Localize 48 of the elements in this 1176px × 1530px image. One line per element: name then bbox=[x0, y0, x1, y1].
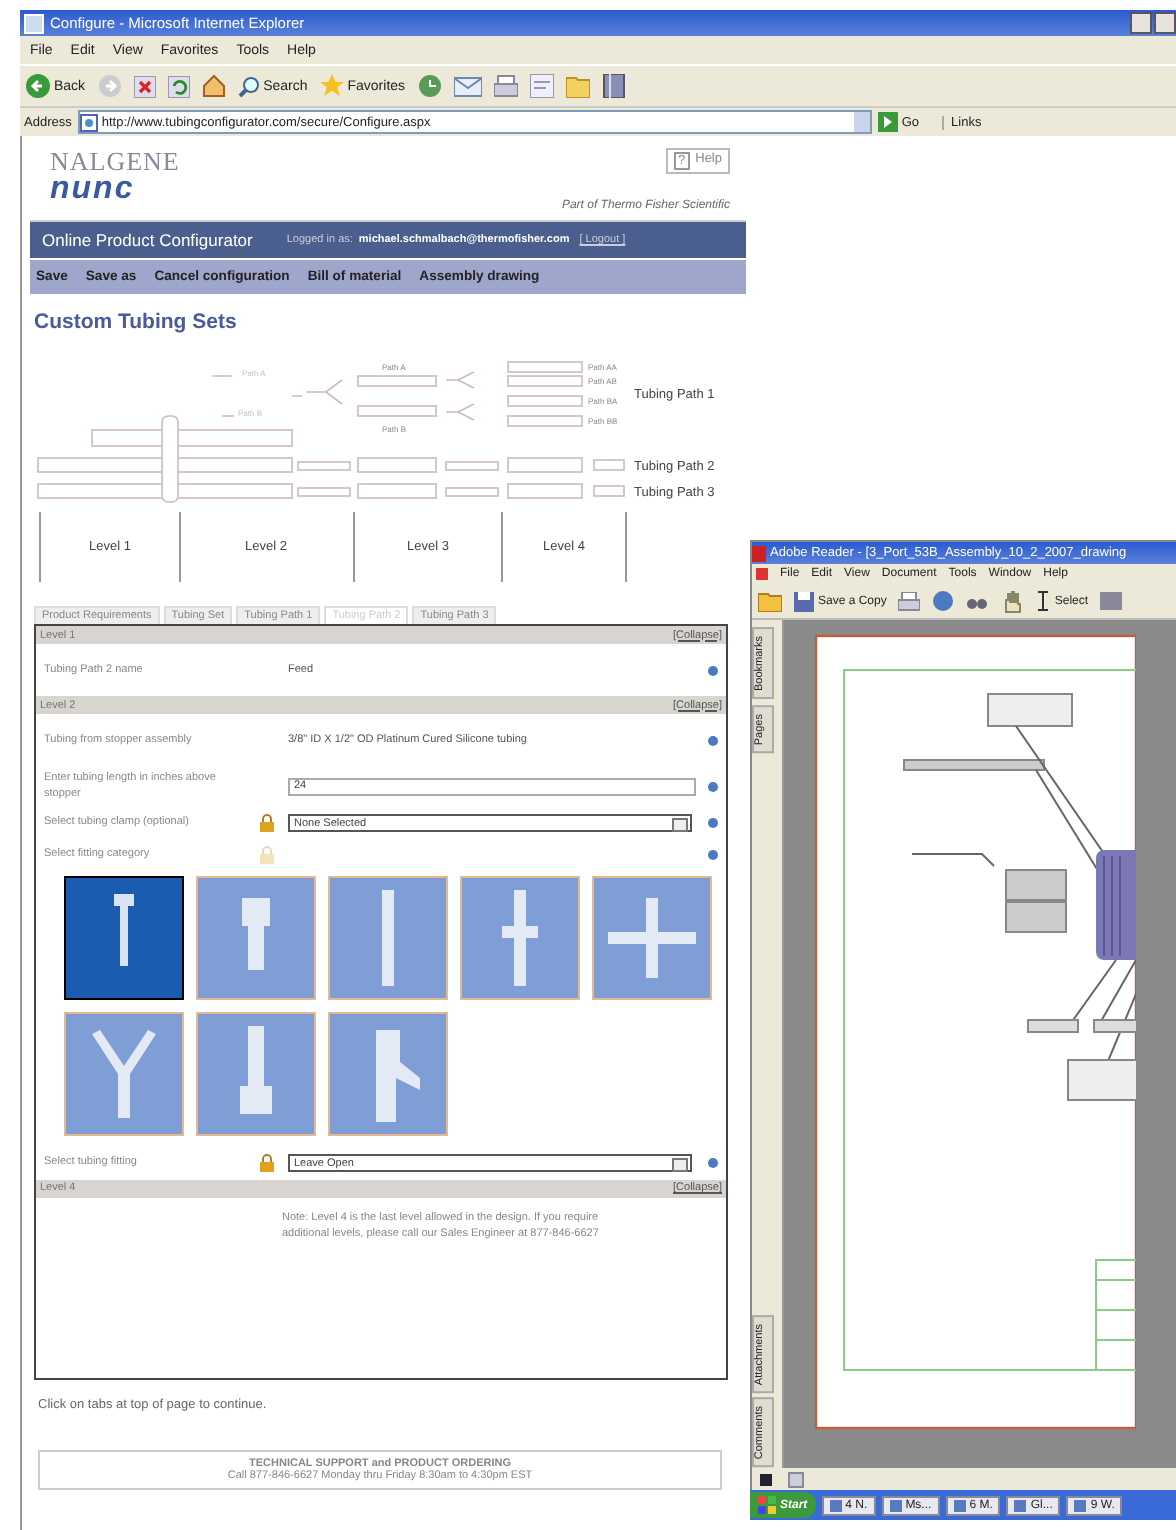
go-arrow-icon bbox=[877, 112, 898, 132]
history-icon[interactable] bbox=[417, 74, 442, 98]
app-icon bbox=[1014, 1499, 1027, 1511]
home-icon[interactable] bbox=[201, 74, 226, 98]
info-icon[interactable] bbox=[708, 665, 718, 675]
fitting-icon bbox=[608, 897, 696, 977]
fitting-icon bbox=[114, 893, 134, 965]
hand-icon[interactable] bbox=[1000, 589, 1025, 613]
page-icon bbox=[79, 113, 98, 131]
app-title: Online Product Configurator bbox=[42, 230, 253, 250]
info-icon[interactable] bbox=[708, 1158, 718, 1168]
refresh-icon[interactable] bbox=[167, 75, 190, 97]
info-icon[interactable] bbox=[708, 850, 718, 860]
snapshot-icon[interactable] bbox=[1100, 590, 1123, 612]
star-icon bbox=[319, 74, 344, 98]
page-heading: Custom Tubing Sets bbox=[32, 308, 239, 338]
search-icon bbox=[237, 75, 260, 97]
minimize-button[interactable] bbox=[1130, 12, 1152, 34]
print-icon[interactable] bbox=[898, 591, 921, 611]
folder-icon[interactable] bbox=[565, 74, 590, 98]
brand-logo: NALGENE nunc bbox=[48, 144, 180, 210]
fitting-icon bbox=[502, 889, 538, 985]
text-cursor-icon bbox=[1036, 590, 1051, 612]
fitting-icon bbox=[240, 1025, 272, 1113]
info-icon[interactable] bbox=[708, 735, 718, 745]
page-icon bbox=[788, 1472, 804, 1488]
info-icon[interactable] bbox=[708, 781, 718, 792]
fitting-icon bbox=[242, 897, 270, 969]
back-arrow-icon bbox=[26, 74, 50, 98]
app-icon bbox=[829, 1499, 842, 1511]
browser-icon bbox=[24, 13, 44, 33]
mail-icon[interactable] bbox=[453, 74, 482, 98]
maximize-button[interactable] bbox=[1154, 12, 1176, 34]
fitting-icon bbox=[376, 1029, 420, 1121]
edit-icon[interactable] bbox=[529, 74, 554, 98]
app-icon bbox=[953, 1499, 966, 1511]
fitting-icon bbox=[92, 1029, 156, 1117]
floppy-icon bbox=[794, 591, 814, 611]
windows-logo-icon bbox=[758, 1496, 776, 1514]
book-icon[interactable] bbox=[601, 74, 626, 98]
fitting-option[interactable] bbox=[64, 875, 184, 999]
app-icon bbox=[1074, 1499, 1087, 1511]
stop-icon[interactable] bbox=[133, 75, 156, 97]
folder-icon[interactable] bbox=[758, 590, 782, 612]
info-icon[interactable] bbox=[708, 818, 718, 828]
fitting-icon bbox=[382, 889, 394, 985]
print-icon[interactable] bbox=[493, 74, 518, 98]
app-icon bbox=[889, 1499, 902, 1511]
